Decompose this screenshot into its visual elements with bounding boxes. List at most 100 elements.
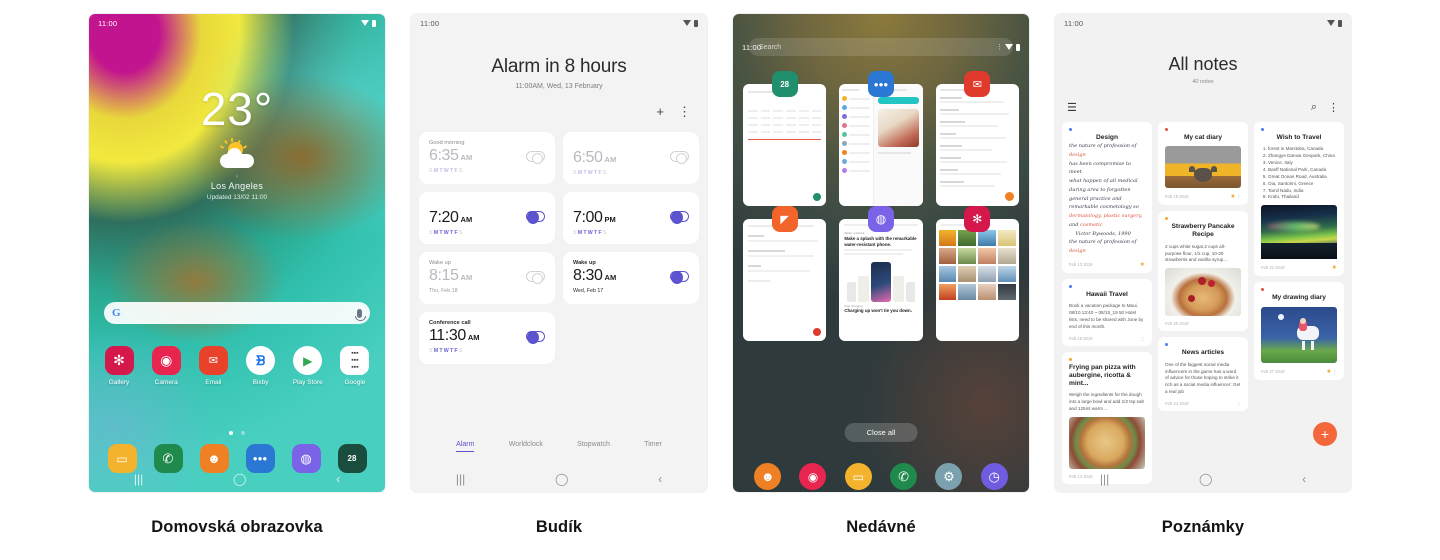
- note-footer: Feb 19 2019 ★ ⋮: [1165, 193, 1241, 200]
- recent-card-notes[interactable]: ◤: [743, 206, 827, 341]
- wifi-icon: [683, 20, 691, 26]
- alarm-card[interactable]: 6:50 AM SMTWTFS: [563, 132, 699, 184]
- page-title: All notes: [1168, 54, 1238, 74]
- google-search-bar[interactable]: G: [104, 302, 370, 324]
- note-card-drawing-diary[interactable]: My drawing diary Feb 27 2019 ★ ⋮: [1254, 282, 1344, 380]
- phone-notes-screen[interactable]: 11:00 All notes 40 notes ☰ ⌕ ⋮ Design th…: [1055, 14, 1351, 492]
- star-icon[interactable]: ★: [1140, 261, 1145, 268]
- menu-icon[interactable]: ☰: [1067, 101, 1077, 114]
- alarm-toggle[interactable]: [670, 271, 689, 284]
- alarm-days: SMTWTFS: [429, 230, 464, 236]
- battery-icon: [372, 19, 376, 27]
- camera-icon[interactable]: ◉: [799, 463, 827, 490]
- note-card-design[interactable]: Design the nature of profession of desig…: [1062, 122, 1152, 273]
- list-item: Zhangye Danxia Geopark, China: [1268, 153, 1337, 160]
- close-all-button[interactable]: Close all: [844, 423, 918, 442]
- more-options-icon[interactable]: ⋮: [1333, 369, 1337, 374]
- home-button[interactable]: ◯: [1199, 472, 1212, 486]
- recents-button[interactable]: |||: [1100, 472, 1109, 486]
- tab-timer[interactable]: Timer: [644, 441, 662, 452]
- star-icon[interactable]: ★: [1332, 264, 1337, 271]
- alarm-toggle[interactable]: [670, 211, 689, 224]
- app-preview: [935, 84, 1019, 206]
- more-options-icon[interactable]: ⋮: [1141, 336, 1145, 341]
- status-bar: 11:00: [411, 14, 707, 32]
- alarm-toggle[interactable]: [526, 151, 545, 164]
- app-camera[interactable]: ◉ Camera: [146, 346, 186, 386]
- note-footer: Feb 19 2019 ⋮: [1069, 336, 1145, 341]
- alarm-card[interactable]: Wake up 8:15 AM Thu, Feb 18: [419, 252, 555, 304]
- gallery-caption: Nedávné: [846, 518, 916, 536]
- app-email[interactable]: ✉ Email: [193, 346, 233, 386]
- note-card-pancake[interactable]: Strawberry Pancake Recipe 2 cups white s…: [1158, 211, 1248, 332]
- weather-widget[interactable]: 23° ◦ Los Angeles Updated 13/02 11:00: [89, 86, 385, 201]
- app-preview: [743, 219, 827, 341]
- more-options-icon[interactable]: ⋮: [678, 104, 691, 120]
- alarm-card[interactable]: 7:00 PM SMTWTFS: [563, 192, 699, 244]
- alarm-card[interactable]: Good morning 6:35 AM SMTWTFS: [419, 132, 555, 184]
- status-icons: [1005, 43, 1020, 51]
- status-time: 11:00: [742, 42, 762, 52]
- contacts-icon[interactable]: ☻: [754, 463, 782, 490]
- gallery-caption: Poznámky: [1161, 518, 1245, 536]
- alarm-toggle[interactable]: [526, 271, 545, 284]
- recent-card-messages[interactable]: ●●●: [839, 71, 923, 206]
- recents-button[interactable]: |||: [134, 472, 143, 486]
- home-button[interactable]: ◯: [555, 472, 568, 486]
- alarm-days: SMTWTFS: [573, 170, 608, 176]
- status-icons: [683, 19, 698, 27]
- phone-recents-screen[interactable]: 11:00 Search ⋮ 28 ●●● ✉ ◤ Water resistan…: [733, 14, 1029, 492]
- tab-stopwatch[interactable]: Stopwatch: [577, 441, 610, 452]
- back-button[interactable]: ‹: [336, 472, 340, 486]
- note-card-news-articles[interactable]: News articles One of the biggest social …: [1158, 337, 1248, 412]
- note-date: Feb 22 2019: [1261, 265, 1285, 271]
- back-button[interactable]: ‹: [658, 472, 662, 486]
- star-icon[interactable]: ★: [1230, 194, 1235, 200]
- alarm-toggle[interactable]: [526, 211, 545, 224]
- tab-worldclock[interactable]: Worldclock: [509, 441, 543, 452]
- note-card-pizza[interactable]: Frying pan pizza with aubergine, ricotta…: [1062, 351, 1152, 485]
- microphone-icon[interactable]: [355, 308, 366, 321]
- phone-alarm-screen[interactable]: 11:00 Alarm in 8 hours 11:00AM, Wed, 13 …: [411, 14, 707, 492]
- app-preview: [839, 84, 923, 206]
- add-note-fab[interactable]: +: [1313, 422, 1337, 446]
- search-icon[interactable]: ⌕: [1311, 101, 1317, 114]
- more-options-icon[interactable]: ⋮: [1328, 101, 1339, 114]
- tab-alarm[interactable]: Alarm: [456, 441, 475, 452]
- app-google-folder[interactable]: ▪▪▪ ▪▪▪ ▪▪▪ Google: [335, 346, 375, 386]
- gallery-item-recents: 11:00 Search ⋮ 28 ●●● ✉ ◤ Water resistan…: [733, 14, 1029, 537]
- recent-card-internet[interactable]: Water resistant Make a splash with the r…: [839, 206, 923, 341]
- note-footer: Feb 22 2019 ★: [1261, 264, 1337, 271]
- alarm-card[interactable]: Wake up 8:30 AM Wed, Feb 17: [563, 252, 699, 304]
- recent-card-calendar[interactable]: 28: [743, 71, 827, 206]
- more-options-icon[interactable]: ⋮: [1237, 194, 1241, 199]
- phone-home-screen[interactable]: 11:00 23° ◦ Los Angeles Updated 13/02 11…: [89, 14, 385, 492]
- alarm-toggle[interactable]: [526, 331, 545, 344]
- app-bixby[interactable]: ᗿ Bixby: [241, 346, 281, 386]
- star-icon[interactable]: ★: [1326, 369, 1331, 375]
- home-button[interactable]: ◯: [233, 472, 246, 486]
- note-card-wish-to-travel[interactable]: Wish to Travel forest in Manitoba, Canad…: [1254, 122, 1344, 277]
- note-card-hawaii-travel[interactable]: Hawaii Travel Book a vacation package to…: [1062, 278, 1152, 346]
- alarm-card[interactable]: 7:20 AM SMTWTFS: [419, 192, 555, 244]
- back-button[interactable]: ‹: [1302, 472, 1306, 486]
- app-label: Email: [205, 379, 222, 386]
- note-list: forest in Manitoba, Canada Zhangye Danxi…: [1261, 146, 1337, 201]
- note-card-cat-diary[interactable]: My cat diary Feb 19 2019 ★ ⋮: [1158, 122, 1248, 206]
- google-folder-icon: ▪▪▪ ▪▪▪ ▪▪▪: [340, 346, 370, 375]
- app-gallery[interactable]: ✻ Gallery: [99, 346, 139, 386]
- recents-button[interactable]: |||: [456, 472, 465, 486]
- alarm-card[interactable]: Conference call 11:30 AM SMTWTFS: [419, 312, 555, 364]
- clock-icon[interactable]: ◷: [980, 463, 1008, 490]
- add-alarm-button[interactable]: +: [656, 104, 664, 120]
- more-options-icon[interactable]: ⋮: [1237, 401, 1241, 406]
- gear-icon[interactable]: ⚙: [935, 463, 963, 490]
- app-play-store[interactable]: ▶ Play Store: [288, 346, 328, 386]
- recent-card-email[interactable]: ✉: [935, 71, 1019, 206]
- recent-card-gallery[interactable]: ✻: [935, 206, 1019, 341]
- weather-partly-sunny-icon: [217, 138, 257, 168]
- phone-icon[interactable]: ✆: [890, 463, 918, 490]
- files-icon[interactable]: ▭: [844, 463, 872, 490]
- note-title: Frying pan pizza with aubergine, ricotta…: [1069, 363, 1136, 388]
- alarm-toggle[interactable]: [670, 151, 689, 164]
